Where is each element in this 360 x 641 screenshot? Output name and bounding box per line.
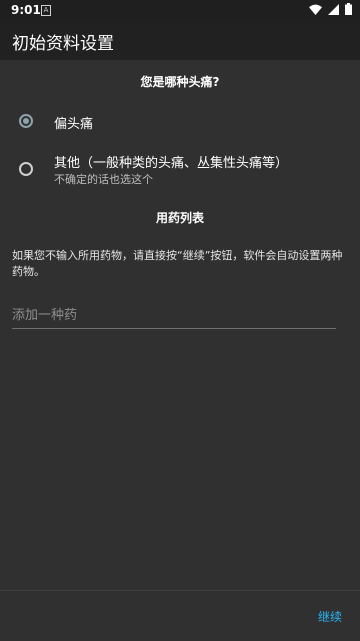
option-other[interactable]: 其他（一般种类的头痛、丛集性头痛等） 不确定的话也选这个: [0, 152, 360, 188]
status-time: 9:01: [11, 3, 41, 17]
continue-button[interactable]: 继续: [318, 608, 342, 625]
medication-help-text: 如果您不输入所用药物，请直接按“继续”按钮，软件会自动设置两种药物。: [12, 249, 343, 278]
headache-question-heading: 您是哪种头痛?: [140, 75, 220, 89]
option-migraine-label: 偏头痛: [54, 117, 94, 132]
add-medication-input[interactable]: [12, 302, 336, 329]
option-migraine[interactable]: 偏头痛: [0, 110, 360, 134]
radio-migraine-checked[interactable]: [19, 114, 33, 128]
notification-a-icon: A: [41, 5, 51, 16]
wifi-icon: [309, 4, 322, 15]
option-other-label: 其他（一般种类的头痛、丛集性头痛等）: [54, 156, 289, 171]
app-bar: 初始资料设置: [0, 20, 360, 60]
signal-icon: [328, 3, 339, 15]
radio-other[interactable]: [19, 162, 33, 176]
page-title: 初始资料设置: [12, 34, 114, 54]
status-icons: [309, 3, 352, 15]
main-content: 您是哪种头痛? 偏头痛 其他（一般种类的头痛、丛集性头痛等） 不确定的话也选这个…: [0, 60, 360, 590]
option-other-sublabel: 不确定的话也选这个: [54, 173, 153, 186]
battery-icon: [345, 3, 352, 15]
status-bar: 9:01 A: [0, 0, 360, 20]
bottom-bar: 继续: [0, 590, 360, 641]
medication-list-heading: 用药列表: [155, 211, 204, 225]
